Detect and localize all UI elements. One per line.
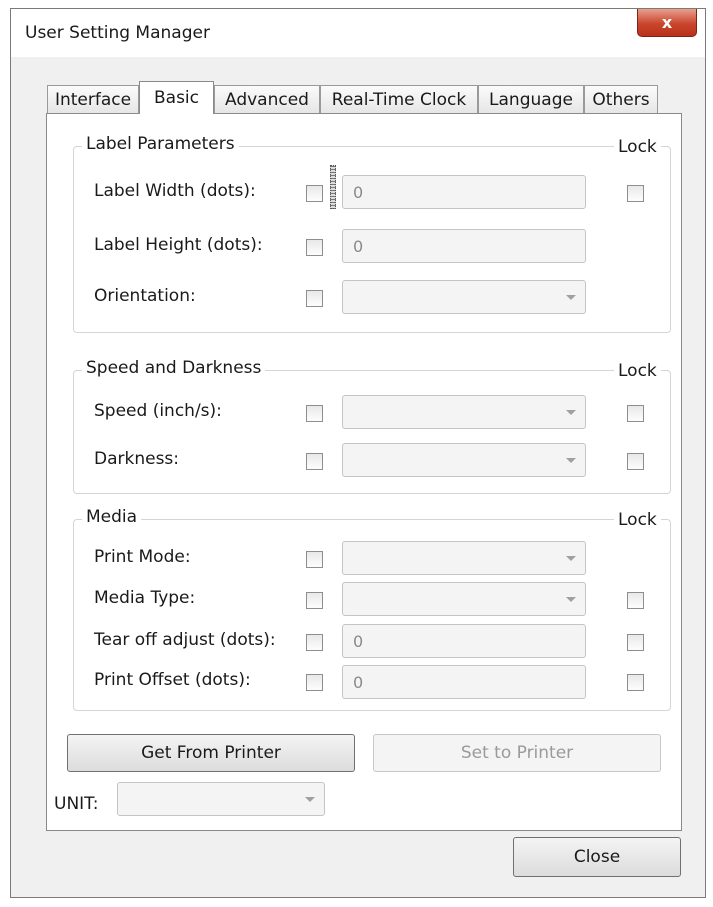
- label-width-enable-checkbox[interactable]: [306, 185, 323, 202]
- media-group: Media Lock Print Mode: Media Type: Tear …: [73, 507, 671, 711]
- darkness-label: Darkness:: [94, 449, 180, 469]
- print-offset-field[interactable]: 0: [342, 665, 586, 699]
- unit-label: UNIT:: [54, 794, 99, 814]
- get-from-printer-button[interactable]: Get From Printer: [67, 734, 355, 772]
- darkness-select[interactable]: [342, 443, 586, 477]
- lock-header: Lock: [614, 137, 661, 157]
- media-type-label: Media Type:: [94, 588, 196, 608]
- tab-advanced[interactable]: Advanced: [214, 85, 320, 113]
- tab-language[interactable]: Language: [478, 85, 584, 113]
- chevron-down-icon: [566, 597, 576, 602]
- print-offset-lock-checkbox[interactable]: [627, 674, 644, 691]
- chevron-down-icon: [305, 797, 315, 802]
- tear-off-lock-checkbox[interactable]: [627, 634, 644, 651]
- lock-header: Lock: [614, 510, 661, 530]
- print-offset-enable-checkbox[interactable]: [306, 674, 323, 691]
- speed-select[interactable]: [342, 395, 586, 429]
- close-button[interactable]: Close: [513, 837, 681, 877]
- speed-darkness-group: Speed and Darkness Lock Speed (inch/s): …: [73, 358, 671, 494]
- chevron-down-icon: [566, 458, 576, 463]
- group-title-speed-darkness: Speed and Darkness: [82, 358, 266, 378]
- chevron-down-icon: [566, 410, 576, 415]
- label-width-label: Label Width (dots):: [94, 181, 256, 201]
- tear-off-field[interactable]: 0: [342, 624, 586, 658]
- splitter-handle[interactable]: [330, 165, 336, 209]
- label-height-field[interactable]: 0: [342, 229, 586, 263]
- user-setting-manager-window: User Setting Manager x Interface Basic A…: [10, 8, 706, 898]
- darkness-lock-checkbox[interactable]: [627, 453, 644, 470]
- media-type-select[interactable]: [342, 582, 586, 616]
- tab-basic[interactable]: Basic: [139, 81, 214, 114]
- media-type-lock-checkbox[interactable]: [627, 592, 644, 609]
- basic-tab-panel: Label Parameters Lock Label Width (dots)…: [46, 113, 682, 831]
- lock-header: Lock: [614, 361, 661, 381]
- label-height-enable-checkbox[interactable]: [306, 239, 323, 256]
- print-mode-label: Print Mode:: [94, 547, 191, 567]
- title-bar: User Setting Manager x: [11, 9, 705, 57]
- window-close-button[interactable]: x: [637, 9, 697, 37]
- tab-interface[interactable]: Interface: [47, 85, 139, 113]
- speed-label: Speed (inch/s):: [94, 401, 222, 421]
- speed-enable-checkbox[interactable]: [306, 405, 323, 422]
- label-parameters-group: Label Parameters Lock Label Width (dots)…: [73, 134, 671, 333]
- label-width-field[interactable]: 0: [342, 175, 586, 209]
- darkness-enable-checkbox[interactable]: [306, 453, 323, 470]
- print-mode-select[interactable]: [342, 541, 586, 575]
- print-offset-label: Print Offset (dots):: [94, 670, 251, 690]
- label-height-label: Label Height (dots):: [94, 235, 263, 255]
- label-width-lock-checkbox[interactable]: [627, 185, 644, 202]
- unit-select[interactable]: [117, 782, 325, 816]
- tear-off-enable-checkbox[interactable]: [306, 634, 323, 651]
- orientation-enable-checkbox[interactable]: [306, 290, 323, 307]
- set-to-printer-button[interactable]: Set to Printer: [373, 734, 661, 772]
- chevron-down-icon: [566, 295, 576, 300]
- orientation-select[interactable]: [342, 280, 586, 314]
- group-title-label-parameters: Label Parameters: [82, 134, 239, 154]
- tab-real-time-clock[interactable]: Real-Time Clock: [320, 85, 478, 113]
- chevron-down-icon: [566, 556, 576, 561]
- media-type-enable-checkbox[interactable]: [306, 592, 323, 609]
- tear-off-label: Tear off adjust (dots):: [94, 630, 276, 650]
- window-title: User Setting Manager: [25, 23, 210, 43]
- group-title-media: Media: [82, 507, 142, 527]
- tab-others[interactable]: Others: [584, 85, 658, 113]
- speed-lock-checkbox[interactable]: [627, 405, 644, 422]
- print-mode-enable-checkbox[interactable]: [306, 551, 323, 568]
- orientation-label: Orientation:: [94, 286, 196, 306]
- close-icon: x: [661, 13, 673, 32]
